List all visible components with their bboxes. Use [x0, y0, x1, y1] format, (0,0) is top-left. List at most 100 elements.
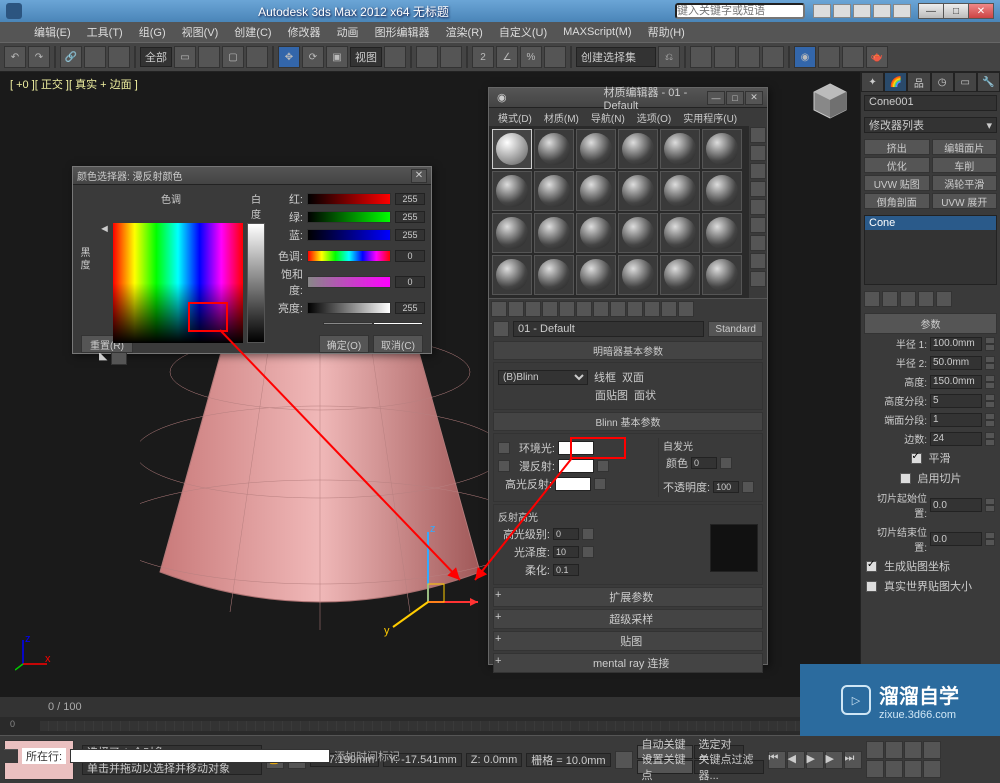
sample-slot[interactable]: [618, 129, 658, 169]
add-time-tag[interactable]: 添加时间标记: [334, 748, 400, 764]
scale-button[interactable]: ▣: [326, 46, 348, 68]
sample-slot[interactable]: [618, 213, 658, 253]
put-to-scene-button[interactable]: [508, 301, 524, 317]
shader-dropdown[interactable]: (B)Blinn: [498, 370, 588, 385]
show-map-button[interactable]: [627, 301, 643, 317]
material-map-nav-button[interactable]: [750, 271, 766, 287]
menu-modifiers[interactable]: 修改器: [282, 22, 327, 42]
sample-slot[interactable]: [702, 255, 742, 295]
keyfilter-button[interactable]: 关键点过滤器...: [694, 760, 764, 774]
named-selection-dropdown[interactable]: 创建选择集: [576, 47, 656, 67]
slice-checkbox[interactable]: [900, 473, 911, 484]
make-copy-button[interactable]: [559, 301, 575, 317]
smooth-checkbox[interactable]: [911, 453, 922, 464]
fov-button[interactable]: [866, 760, 884, 778]
maximize-button[interactable]: □: [943, 3, 969, 19]
video-check-button[interactable]: [750, 199, 766, 215]
mat-minimize-button[interactable]: —: [707, 91, 725, 105]
rollout-maps[interactable]: +贴图: [493, 631, 763, 651]
material-type-button[interactable]: Standard: [708, 321, 763, 337]
viewport-label[interactable]: [ +0 ][ 正交 ][ 真实 + 边面 ]: [10, 76, 138, 92]
sample-slot[interactable]: [576, 171, 616, 211]
sample-slot[interactable]: [534, 255, 574, 295]
val-slider[interactable]: [307, 302, 391, 314]
mat-maximize-button[interactable]: □: [726, 91, 744, 105]
curve-editor-button[interactable]: [738, 46, 760, 68]
zoom-extents-all-button[interactable]: [923, 741, 941, 759]
speclevel-map-button[interactable]: [582, 528, 594, 540]
sat-slider[interactable]: [307, 276, 391, 288]
opacity-spinner[interactable]: 100: [713, 481, 739, 493]
blue-value[interactable]: 255: [395, 229, 425, 241]
infocenter-search-input[interactable]: [675, 3, 805, 19]
layers-button[interactable]: [714, 46, 736, 68]
modbtn-uvwmap[interactable]: UVW 贴图: [864, 175, 930, 191]
keyboard-button[interactable]: [440, 46, 462, 68]
go-forward-button[interactable]: [678, 301, 694, 317]
pin-stack-button[interactable]: [864, 291, 880, 307]
sample-uv-button[interactable]: [750, 181, 766, 197]
tab-create[interactable]: ✦: [861, 72, 884, 92]
snap-angle-button[interactable]: ∠: [496, 46, 518, 68]
sample-slot[interactable]: [576, 213, 616, 253]
rollout-shader-basic[interactable]: 明暗器基本参数: [493, 341, 763, 360]
make-unique-button[interactable]: [576, 301, 592, 317]
maximize-vp-button[interactable]: [923, 760, 941, 778]
heightseg-spinner[interactable]: 5: [930, 394, 982, 408]
redo-button[interactable]: ↷: [28, 46, 50, 68]
realworld-checkbox[interactable]: [866, 581, 877, 592]
red-slider[interactable]: [307, 193, 391, 205]
sample-slot[interactable]: [492, 213, 532, 253]
zoom-all-button[interactable]: [885, 741, 903, 759]
move-button[interactable]: ✥: [278, 46, 300, 68]
favorites-icon[interactable]: [873, 4, 891, 18]
menu-grapheditors[interactable]: 图形编辑器: [369, 22, 436, 42]
material-id-button[interactable]: [610, 301, 626, 317]
help-icon[interactable]: [893, 4, 911, 18]
undo-button[interactable]: ↶: [4, 46, 26, 68]
sample-slot[interactable]: [660, 129, 700, 169]
modbtn-extrude[interactable]: 挤出: [864, 139, 930, 155]
selection-filter-dropdown[interactable]: 全部: [140, 47, 172, 67]
sliceto-spinner[interactable]: 0.0: [930, 532, 982, 546]
specular-swatch[interactable]: [555, 477, 591, 491]
gloss-spinner[interactable]: 10: [553, 546, 579, 558]
sample-slot[interactable]: [618, 171, 658, 211]
menu-help[interactable]: 帮助(H): [642, 22, 691, 42]
mat-menu-mode[interactable]: 模式(D): [493, 109, 537, 126]
unlink-button[interactable]: [84, 46, 106, 68]
mirror-button[interactable]: ⎌: [658, 46, 680, 68]
specular-map-button[interactable]: [594, 478, 606, 490]
whiteness-slider[interactable]: [247, 223, 265, 343]
modifier-stack[interactable]: Cone: [864, 215, 997, 285]
minimize-button[interactable]: —: [918, 3, 944, 19]
diffuse-map-button[interactable]: [597, 460, 609, 472]
sample-slot[interactable]: [534, 129, 574, 169]
remove-modifier-button[interactable]: [918, 291, 934, 307]
sample-slot[interactable]: [576, 255, 616, 295]
render-button[interactable]: 🫖: [866, 46, 888, 68]
sample-slot[interactable]: [576, 129, 616, 169]
bind-button[interactable]: [108, 46, 130, 68]
orbit-button[interactable]: [904, 760, 922, 778]
rotate-button[interactable]: ⟳: [302, 46, 324, 68]
mat-menu-material[interactable]: 材质(M): [539, 109, 584, 126]
sample-slot[interactable]: [660, 213, 700, 253]
menu-customize[interactable]: 自定义(U): [493, 22, 553, 42]
menu-animation[interactable]: 动画: [331, 22, 365, 42]
pan-button[interactable]: [885, 760, 903, 778]
search-icon[interactable]: [813, 4, 831, 18]
menu-group[interactable]: 组(G): [133, 22, 172, 42]
genmap-checkbox[interactable]: [866, 561, 877, 572]
move-gizmo-icon[interactable]: z y: [378, 522, 498, 642]
menu-views[interactable]: 视图(V): [176, 22, 225, 42]
mat-menu-options[interactable]: 选项(O): [632, 109, 676, 126]
pick-material-button[interactable]: [493, 321, 509, 337]
backlight-button[interactable]: [750, 145, 766, 161]
selfillum-map-button[interactable]: [720, 457, 732, 469]
soften-spinner[interactable]: 0.1: [553, 564, 579, 576]
stack-item-cone[interactable]: Cone: [865, 216, 996, 230]
close-button[interactable]: ✕: [968, 3, 994, 19]
menu-tools[interactable]: 工具(T): [81, 22, 129, 42]
tab-modify[interactable]: 🌈: [884, 72, 907, 92]
